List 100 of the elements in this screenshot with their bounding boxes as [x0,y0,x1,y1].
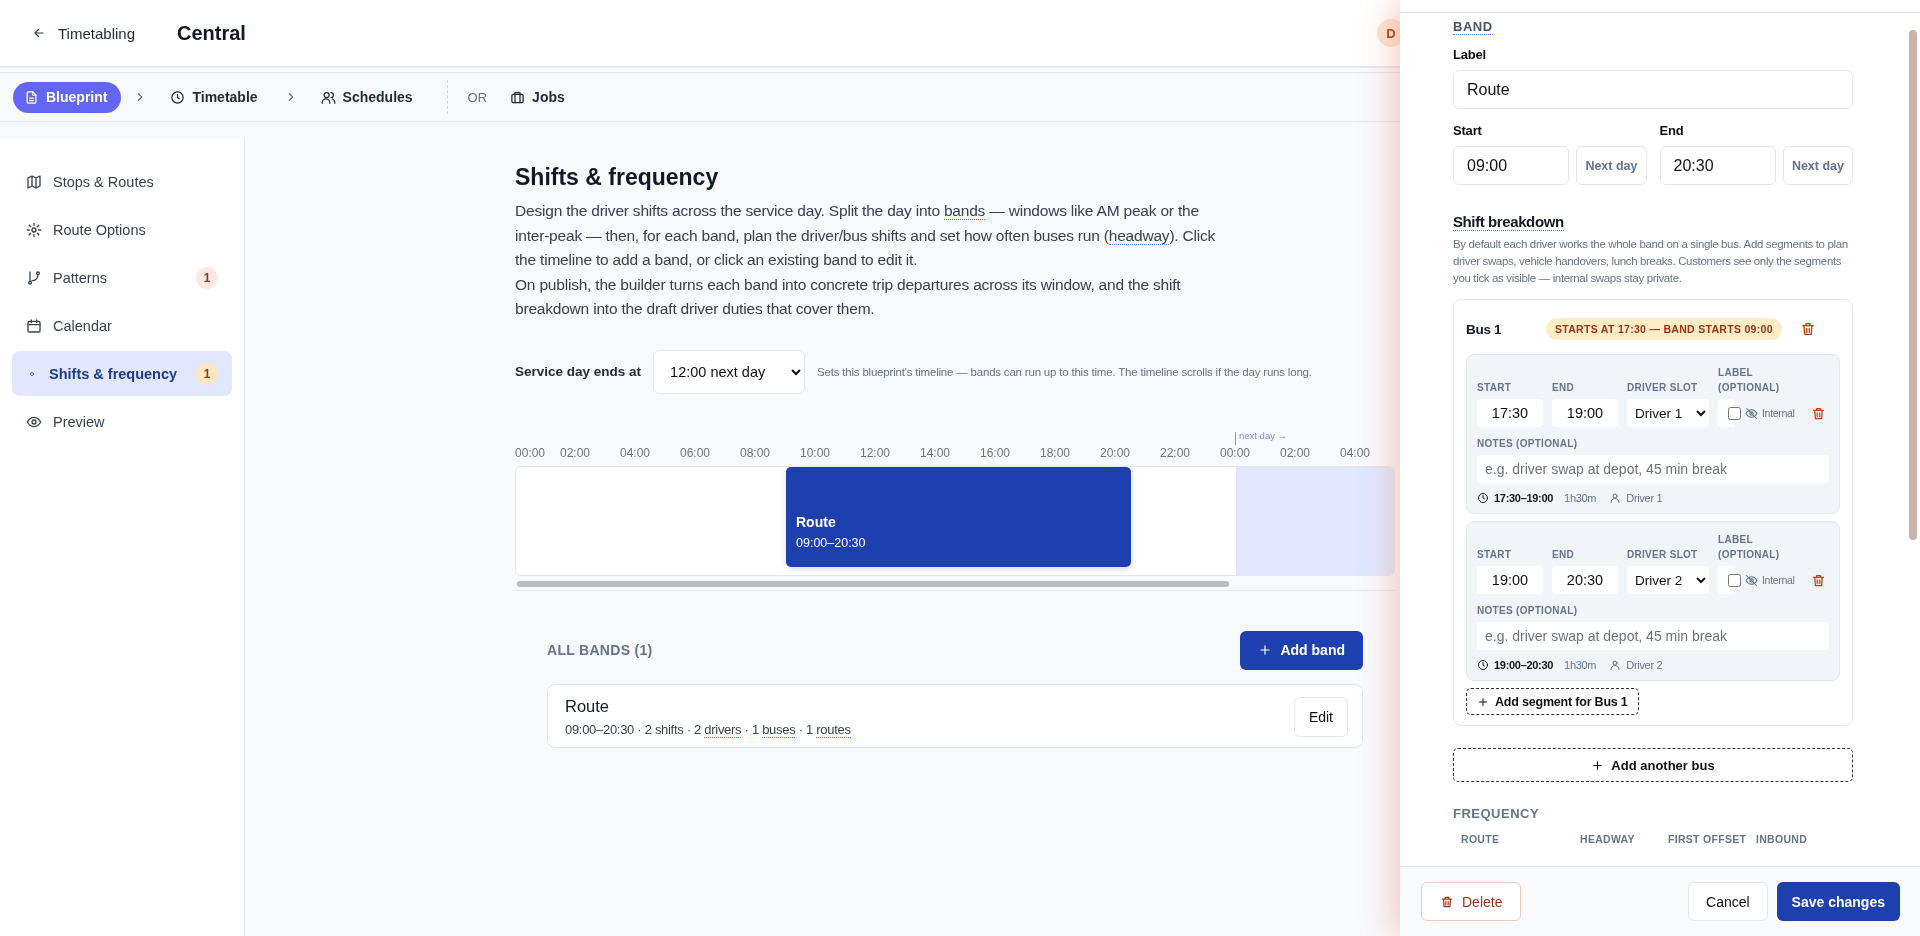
time-input[interactable]: 09:00 [1453,146,1570,185]
bus-name: Bus 1 [1466,321,1503,337]
next-day-button[interactable]: Next day [1782,146,1853,185]
hour-label: 14:00 [920,445,950,460]
column-header: INBOUND [1756,833,1809,845]
field-label: LABEL (OPTIONAL) [1718,533,1781,562]
plus-icon [1591,758,1605,772]
sidebar-item[interactable]: Calendar [12,303,232,348]
band-summary: 09:00–20:30 · 2 shifts · 2 drivers · 1 buses · 1 routes [565,721,851,737]
step-tab[interactable]: Timetable [159,81,272,113]
timeline-track[interactable]: Route 09:00–20:30 [515,465,1395,576]
field-label: Start [1453,123,1483,138]
field-label: NOTES (OPTIONAL) [1477,437,1579,451]
subsection-title: Shift breakdown [1453,213,1564,231]
sidebar-item[interactable]: Patterns 1 [12,255,232,300]
time-input[interactable]: 20:30 [1659,146,1776,185]
section-label: FREQUENCY [1453,806,1541,821]
scrollbar-thumb[interactable] [1909,30,1917,540]
step-tab[interactable]: Schedules [309,81,427,113]
hour-label: 18:00 [1040,445,1070,460]
timeline-band[interactable]: Route 09:00–20:30 [786,466,1131,567]
segment-time: 17:30–19:00 [1494,492,1554,504]
segment-time: 19:00–20:30 [1494,659,1554,671]
internal-label: Internal [1762,574,1795,586]
back-arrow-icon [32,26,46,40]
band-card[interactable]: Route 09:00–20:30 · 2 shifts · 2 drivers · 1 buses · 1 routes Edit [547,683,1363,748]
save-button[interactable]: Save changes [1776,882,1900,921]
internal-checkbox[interactable] [1728,573,1741,587]
hour-label: 12:00 [860,445,890,460]
description-text: By default each driver works the whole band on a single bus. Add segments to plan driver swaps, vehicle handovers, lunch breaks. Customers see only the segments you tick as visible — internal swaps stay private. [1453,237,1849,286]
field-label: End [1659,123,1685,138]
edit-button[interactable]: Edit [1293,696,1348,737]
sidebar-item[interactable]: Preview [12,399,232,444]
time-input[interactable]: 17:30 [1477,399,1543,427]
eye-off-icon [1745,406,1758,420]
column-header: ROUTE [1461,833,1501,845]
hour-label: 20:00 [1100,445,1130,460]
next-day-label: next day → [1239,429,1288,441]
clock-icon [170,89,186,105]
hour-label: 08:00 [740,445,770,460]
field-label: END [1552,548,1575,562]
hour-label: 06:00 [680,445,710,460]
segment-duration: 1h30m [1564,492,1597,504]
service-day-select[interactable]: 12:00 next day [653,349,806,394]
count-badge: 1 [196,266,218,289]
sidebar-item[interactable]: Shifts & frequency 1 [12,351,232,396]
step-tab[interactable]: Blueprint [13,81,122,113]
add-band-button[interactable]: Add band [1240,630,1363,670]
time-input[interactable]: 19:00 [1477,566,1543,594]
hour-label: 02:00 [560,445,590,460]
field-label: LABEL (OPTIONAL) [1718,366,1781,395]
person-icon [1609,659,1622,671]
branch-icon [26,269,42,286]
back-link[interactable]: Timetabling [32,24,135,42]
scrollbar-thumb[interactable] [517,580,1229,587]
field-label: Service day ends at [515,364,642,379]
hour-label: 22:00 [1160,445,1190,460]
hour-label: 00:00 [515,445,546,460]
briefcase-icon [510,89,526,105]
page-title: Central [177,21,246,45]
label-input[interactable]: Route [1453,70,1853,109]
hour-label: 04:00 [1340,445,1370,460]
sidebar-item[interactable]: Route Options [12,207,232,252]
hour-label: 02:00 [1280,445,1310,460]
step-tab[interactable]: Jobs [499,81,579,113]
eye-off-icon [1745,573,1758,587]
trash-icon [1440,894,1454,909]
map-icon [26,173,42,190]
add-bus-button[interactable]: Add another bus [1453,748,1853,782]
people-icon [320,89,336,105]
column-header: HEADWAY [1580,833,1636,845]
driver-name: Driver 2 [1626,659,1663,671]
add-segment-button[interactable]: Add segment for Bus 1 [1466,688,1639,715]
glossary-term[interactable]: buses [762,721,796,738]
glossary-term[interactable]: bands [943,202,986,220]
hour-label: 16:00 [980,445,1010,460]
field-label: END [1552,381,1575,395]
time-input[interactable]: 19:00 [1552,399,1618,427]
sidebar-item[interactable]: Stops & Routes [12,159,232,204]
hour-label: 10:00 [800,445,830,460]
clock-icon [1477,492,1489,504]
delete-bus-button[interactable] [1799,321,1816,337]
band-name: Route [565,696,611,716]
delete-button[interactable]: Delete [1421,882,1522,921]
driver-select[interactable]: Driver 2 [1627,566,1709,594]
trash-icon [1799,321,1816,337]
person-icon [1609,492,1622,504]
time-input[interactable]: 20:30 [1552,566,1618,594]
section-label: BAND [1453,19,1493,35]
glossary-term[interactable]: routes [816,721,851,738]
cancel-button[interactable]: Cancel [1688,882,1768,921]
glossary-term[interactable]: drivers [704,721,742,738]
notes-input[interactable]: e.g. driver swap at depot, 45 min break [1477,622,1829,650]
driver-select[interactable]: Driver 1 [1627,399,1709,427]
glossary-term[interactable]: headway [1108,226,1170,245]
next-day-button[interactable]: Next day [1576,146,1647,185]
gear-icon [26,221,42,238]
internal-checkbox[interactable] [1728,406,1741,420]
notes-input[interactable]: e.g. driver swap at depot, 45 min break [1477,455,1829,483]
list-heading: ALL BANDS (1) [547,642,653,658]
